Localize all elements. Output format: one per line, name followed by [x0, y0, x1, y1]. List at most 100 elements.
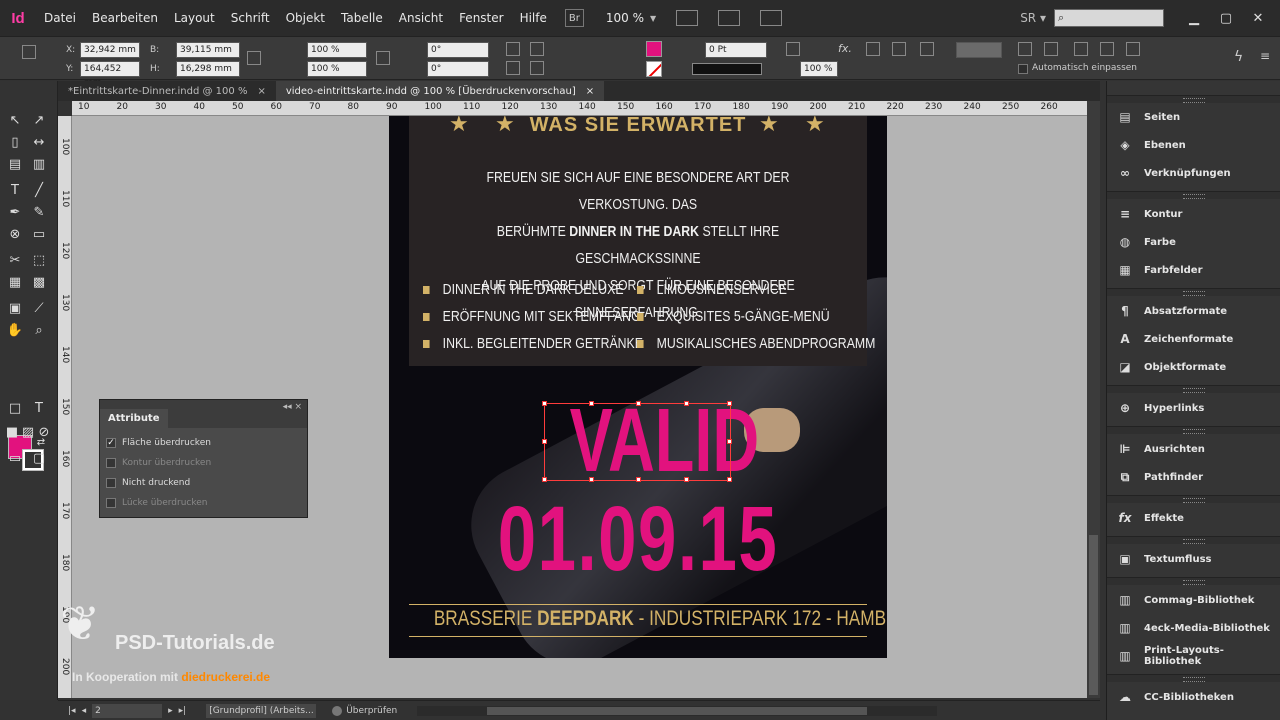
chain-link-icon[interactable]: [247, 51, 261, 65]
flip-horizontal-icon[interactable]: [506, 61, 520, 75]
ellipse-frame-tool-icon[interactable]: ⊗: [6, 225, 24, 243]
menu-schrift[interactable]: Schrift: [223, 11, 278, 25]
chain-link-icon[interactable]: [376, 51, 390, 65]
search-input[interactable]: ⌕: [1054, 9, 1164, 27]
panel-group-separator[interactable]: [1107, 674, 1280, 682]
resize-handle[interactable]: [542, 401, 547, 406]
scale-x-field[interactable]: 100 %: [307, 42, 367, 58]
rectangle-tool-icon[interactable]: ▭: [30, 225, 48, 243]
panel-print-layouts-bibliothek[interactable]: ▥ Print-Layouts-Bibliothek: [1107, 642, 1280, 670]
minimize-icon[interactable]: ▁: [1178, 11, 1210, 26]
panel-hyperlinks[interactable]: ⊕ Hyperlinks: [1107, 394, 1280, 422]
content-aware-fit-icon[interactable]: [1126, 42, 1140, 56]
direct-selection-tool-icon[interactable]: ↗: [30, 111, 48, 129]
attribute-panel-header[interactable]: Attribute: [100, 400, 307, 428]
menu-datei[interactable]: Datei: [36, 11, 84, 25]
panel-textumfluss[interactable]: ▣ Textumfluss: [1107, 545, 1280, 573]
panel-collapse-close-icon[interactable]: ◂◂ ×: [283, 402, 302, 412]
page-tool-icon[interactable]: ▯: [6, 133, 24, 151]
resize-handle[interactable]: [542, 477, 547, 482]
menu-tabelle[interactable]: Tabelle: [333, 11, 391, 25]
resize-handle[interactable]: [727, 439, 732, 444]
feature-list-left[interactable]: DINNER IN THE DARK DELUXE ERÖFFNUNG MIT …: [423, 276, 643, 357]
eyedropper-tool-icon[interactable]: ⟋: [30, 299, 48, 317]
info-title[interactable]: WAS SIE ERWARTET: [409, 116, 867, 137]
reference-point-icon[interactable]: [22, 45, 36, 59]
info-box[interactable]: ★ ★ WAS SIE ERWARTET ★ ★ FREUEN SIE SICH…: [409, 116, 875, 366]
shear-field[interactable]: 0°: [427, 61, 489, 77]
horizontal-scrollbar[interactable]: [417, 705, 938, 716]
close-icon[interactable]: ✕: [1242, 11, 1274, 26]
opacity-field[interactable]: 100 %: [800, 61, 838, 77]
fill-frame-icon[interactable]: [1044, 42, 1058, 56]
panel-cc-bibliotheken[interactable]: ☁ CC-Bibliotheken: [1107, 683, 1280, 711]
panel-kontur[interactable]: ≡ Kontur: [1107, 200, 1280, 228]
stroke-weight-field[interactable]: 0 Pt: [705, 42, 767, 58]
resize-handle[interactable]: [589, 401, 594, 406]
chevron-down-icon[interactable]: ▼: [650, 14, 656, 23]
document-page[interactable]: ★ ★ WAS SIE ERWARTET ★ ★ FREUEN SIE SICH…: [389, 116, 887, 658]
date-text-frame[interactable]: 01.09.15: [451, 493, 825, 585]
menu-fenster[interactable]: Fenster: [451, 11, 512, 25]
panel-pathfinder[interactable]: ⧉ Pathfinder: [1107, 463, 1280, 491]
fx-icon[interactable]: fx.: [838, 42, 852, 55]
free-transform-tool-icon[interactable]: ⬚: [30, 251, 48, 269]
resize-handle[interactable]: [636, 401, 641, 406]
auto-fit-checkbox[interactable]: [1018, 64, 1028, 74]
width-field[interactable]: 39,115 mm: [176, 42, 240, 58]
frame-fitting-icon[interactable]: [892, 42, 906, 56]
rotate-cw-icon[interactable]: [506, 42, 520, 56]
attribute-panel-tab[interactable]: Attribute: [100, 409, 168, 428]
y-field[interactable]: 164,452 mm: [80, 61, 140, 88]
gradient-feather-tool-icon[interactable]: ▩: [30, 273, 48, 291]
overprint-fill-checkbox[interactable]: ✓: [106, 438, 116, 448]
zoom-tool-icon[interactable]: ⌕: [30, 321, 48, 339]
resize-handle[interactable]: [684, 477, 689, 482]
tab-eintrittskarte-dinner[interactable]: *Eintrittskarte-Dinner.indd @ 100 % ×: [58, 81, 276, 101]
overprint-fill-option[interactable]: ✓ Fläche überdrucken: [106, 438, 211, 448]
type-tool-icon[interactable]: T: [6, 181, 24, 199]
stroke-type-dropdown[interactable]: [692, 63, 762, 75]
scroll-thumb[interactable]: [487, 706, 868, 715]
panel-group-separator[interactable]: [1107, 536, 1280, 544]
bridge-button[interactable]: Br: [564, 9, 584, 27]
maximize-icon[interactable]: ▢: [1210, 11, 1242, 26]
resize-handle[interactable]: [542, 439, 547, 444]
panel-ausrichten[interactable]: ⊫ Ausrichten: [1107, 435, 1280, 463]
scale-y-field[interactable]: 100 %: [307, 61, 367, 77]
view-options-icon[interactable]: [676, 10, 699, 26]
x-field[interactable]: 32,942 mm: [80, 42, 140, 58]
screen-mode-icon[interactable]: ▢: [30, 449, 48, 467]
stroke-color-swatch[interactable]: [646, 61, 662, 77]
rotation-field[interactable]: 0°: [427, 42, 489, 58]
resize-handle[interactable]: [727, 401, 732, 406]
panel-effekte[interactable]: fx Effekte: [1107, 504, 1280, 532]
resize-handle[interactable]: [727, 477, 732, 482]
tab-video-eintrittskarte[interactable]: video-eintrittskarte.indd @ 100 % [Überd…: [275, 81, 605, 101]
formatting-text-icon[interactable]: T: [30, 399, 48, 417]
formatting-container-icon[interactable]: □: [6, 399, 24, 417]
fit-content-icon[interactable]: [920, 42, 934, 56]
selection-bounding-box[interactable]: [542, 401, 732, 482]
height-field[interactable]: 16,298 mm: [176, 61, 240, 77]
panel-menu-icon[interactable]: ≡: [1260, 49, 1270, 63]
gap-tool-icon[interactable]: ↔: [30, 133, 48, 151]
page-number-field[interactable]: 2: [92, 703, 163, 718]
resize-handle[interactable]: [684, 401, 689, 406]
panel-group-separator[interactable]: [1107, 495, 1280, 503]
panel-group-separator[interactable]: [1107, 426, 1280, 434]
fit-proportionally-icon[interactable]: [1018, 42, 1032, 56]
close-icon[interactable]: ×: [257, 86, 265, 97]
panel-commag-bibliothek[interactable]: ▥ Commag-Bibliothek: [1107, 586, 1280, 614]
content-placer-icon[interactable]: ▥: [30, 155, 48, 173]
frame-field[interactable]: [956, 42, 1002, 58]
zoom-level[interactable]: 100 %: [606, 11, 644, 25]
apply-none-icon[interactable]: ⊘: [35, 423, 53, 441]
hand-tool-icon[interactable]: ✋: [6, 321, 24, 339]
arrange-documents-icon[interactable]: [760, 10, 783, 26]
panel-verknuepfungen[interactable]: ∞ Verknüpfungen: [1107, 159, 1280, 187]
page-nav-last-icon[interactable]: ▸|: [179, 706, 187, 716]
horizontal-ruler[interactable]: 10 20 30 40 50 60 70 80 90 100 110 120 130 140 150 160 1…: [72, 101, 1087, 116]
panel-farbe[interactable]: ◍ Farbe: [1107, 228, 1280, 256]
panel-objektformate[interactable]: ◪ Objektformate: [1107, 353, 1280, 381]
